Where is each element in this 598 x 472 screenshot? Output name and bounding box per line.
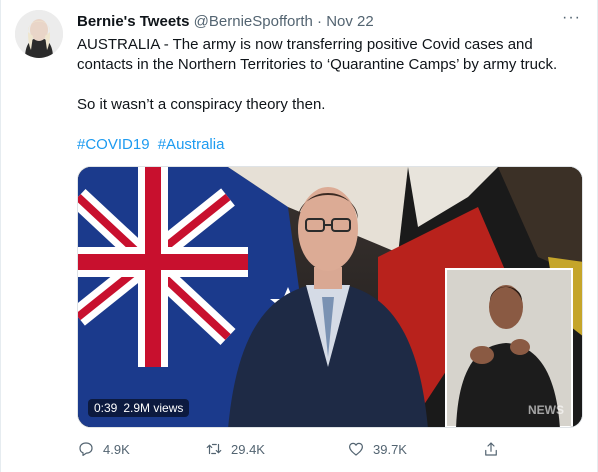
header-separator: ·	[317, 13, 323, 30]
tweet-text-paragraph-1: AUSTRALIA - The army is now transferring…	[77, 36, 558, 73]
user-handle[interactable]: @BernieSpofforth	[194, 13, 313, 30]
tweet-text-paragraph-2: So it wasn’t a conspiracy theory then.	[77, 96, 326, 113]
share-button[interactable]	[482, 440, 508, 458]
tweet-actions: 4.9K 29.4K 39.7K	[77, 440, 517, 462]
like-button[interactable]: 39.7K	[347, 440, 407, 458]
video-duration-badge: 0:39 2.9M views	[88, 399, 190, 417]
heart-icon	[349, 442, 363, 456]
video-duration: 0:39	[94, 401, 118, 415]
tweet-text: AUSTRALIA - The army is now transferring…	[77, 35, 587, 155]
reply-icon	[79, 442, 93, 456]
display-name[interactable]: Bernie's Tweets	[77, 13, 190, 30]
video-frame	[78, 167, 582, 427]
video-player[interactable]: 0:39 2.9M views NEWS	[77, 166, 583, 428]
tweet-header: Bernie's Tweets @BernieSpofforth · Nov 2…	[77, 12, 585, 32]
retweet-icon	[206, 443, 222, 455]
hashtag-link[interactable]: #Australia	[158, 136, 225, 153]
reply-button[interactable]: 4.9K	[77, 440, 130, 458]
avatar[interactable]	[15, 10, 63, 58]
share-icon	[485, 442, 497, 456]
tweet-card[interactable]: Bernie's Tweets @BernieSpofforth · Nov 2…	[0, 0, 598, 472]
broadcaster-watermark: NEWS	[528, 403, 564, 417]
hashtag-link[interactable]: #COVID19	[77, 136, 150, 153]
tweet-date[interactable]: Nov 22	[326, 13, 374, 30]
like-count: 39.7K	[373, 441, 407, 457]
more-options-icon[interactable]: ···	[562, 10, 581, 26]
hashtag-list: #COVID19 #Australia	[77, 135, 587, 155]
reply-count: 4.9K	[103, 441, 130, 457]
retweet-count: 29.4K	[231, 441, 265, 457]
video-views: 2.9M views	[123, 401, 184, 415]
retweet-button[interactable]: 29.4K	[205, 440, 265, 458]
